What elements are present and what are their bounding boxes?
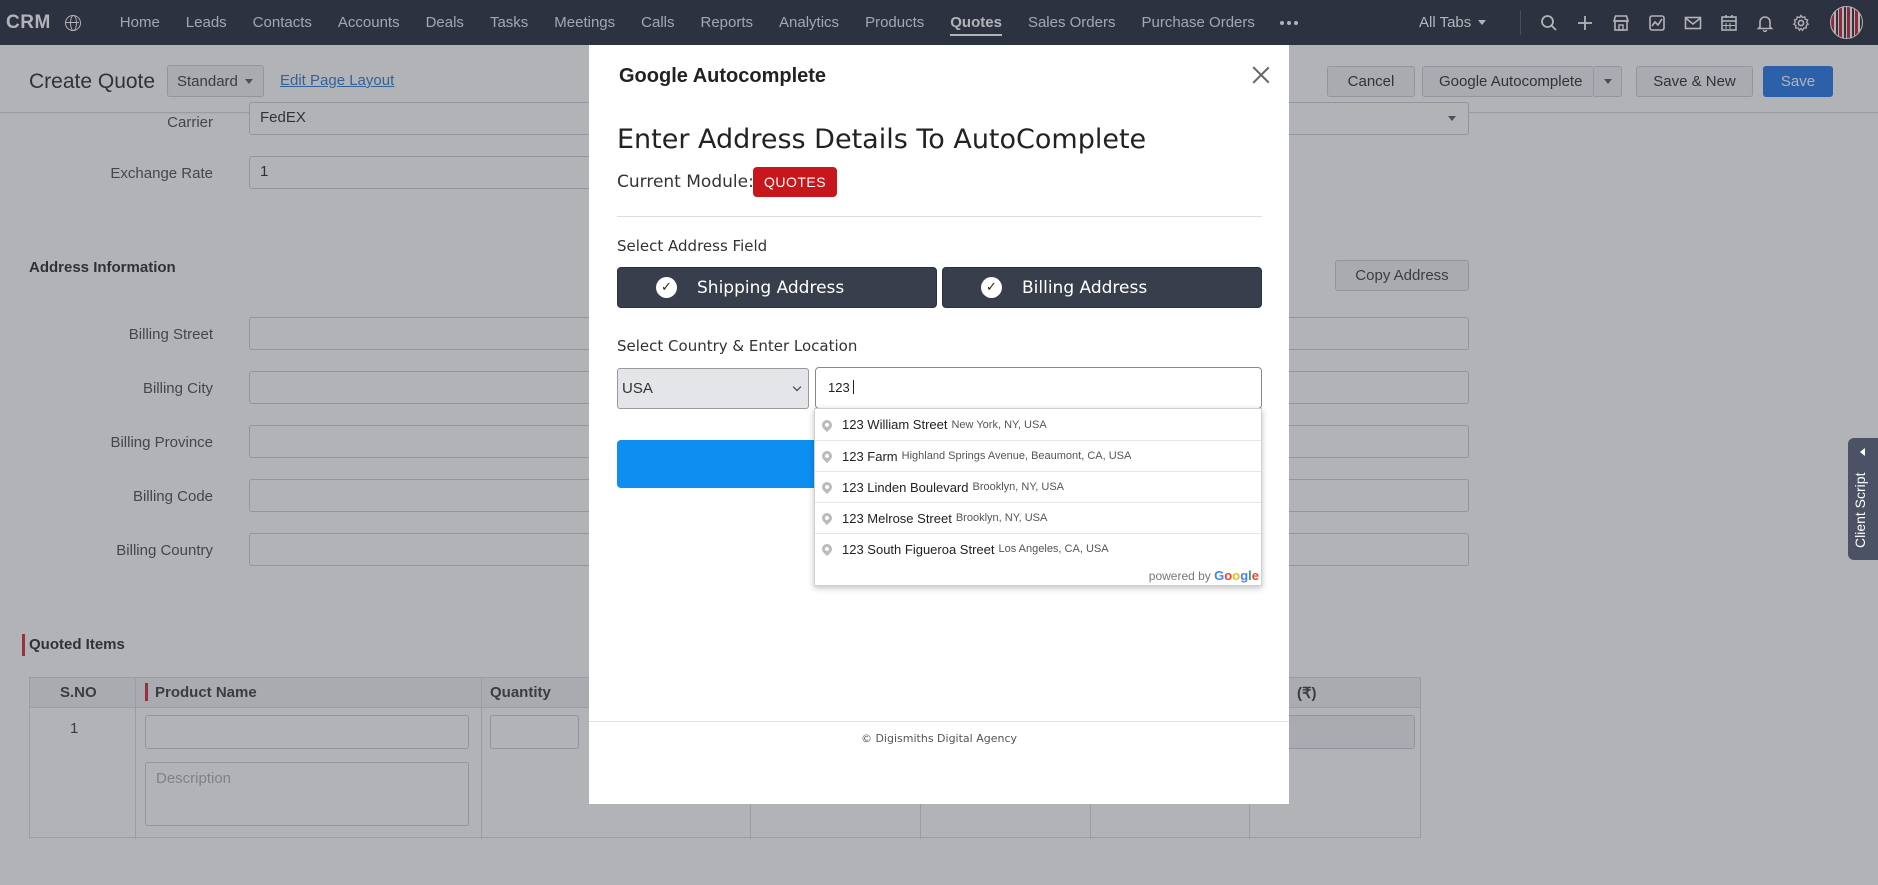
current-module-badge: QUOTES xyxy=(753,167,837,197)
modal-footer: © Digismiths Digital Agency xyxy=(860,732,1018,745)
map-pin-icon xyxy=(819,417,835,432)
suggestion-item[interactable]: 123 William Street New York, NY, USA xyxy=(815,409,1261,440)
suggestion-main-text: 123 Melrose Street xyxy=(842,510,952,526)
check-icon: ✓ xyxy=(656,277,677,298)
shipping-address-label: Shipping Address xyxy=(697,277,845,298)
suggestion-item[interactable]: 123 Farm Highland Springs Avenue, Beaumon… xyxy=(815,440,1261,471)
modal-title: Google Autocomplete xyxy=(619,65,827,87)
chevron-down-icon xyxy=(792,382,802,392)
powered-by-label: powered by xyxy=(1148,569,1211,583)
map-pin-icon xyxy=(819,541,835,557)
suggestion-main-text: 123 Linden Boulevard xyxy=(842,479,969,495)
check-icon: ✓ xyxy=(981,277,1002,298)
suggestion-secondary-text: Brooklyn, NY, USA xyxy=(955,512,1048,524)
suggestion-main-text: 123 William Street xyxy=(842,417,948,432)
suggestion-secondary-text: Highland Springs Avenue, Beaumont, CA, U… xyxy=(901,450,1132,462)
billing-address-button[interactable]: ✓ Billing Address xyxy=(942,267,1262,308)
select-country-label: Select Country & Enter Location xyxy=(617,337,858,355)
country-value: USA xyxy=(622,380,653,397)
suggestion-main-text: 123 South Figueroa Street xyxy=(842,541,995,557)
suggestion-secondary-text: New York, NY, USA xyxy=(951,418,1047,431)
client-script-tab[interactable]: Client Script xyxy=(1848,438,1878,560)
client-script-label: Client Script xyxy=(1852,472,1868,548)
location-value: 123 xyxy=(828,380,850,395)
autocomplete-dropdown: 123 William Street New York, NY, USA 123 F… xyxy=(814,408,1262,586)
powered-by-google: powered by Google xyxy=(1149,568,1259,583)
billing-address-label: Billing Address xyxy=(1022,277,1148,298)
divider xyxy=(617,216,1262,217)
map-pin-icon xyxy=(819,479,835,495)
suggestion-item[interactable]: 123 Linden Boulevard Brooklyn, NY, USA xyxy=(815,471,1261,502)
text-cursor xyxy=(852,380,854,394)
select-address-label: Select Address Field xyxy=(617,237,768,255)
country-select[interactable]: USA xyxy=(617,368,809,409)
map-pin-icon xyxy=(819,448,835,464)
footer-divider xyxy=(589,721,1289,722)
suggestion-secondary-text: Los Angeles, CA, USA xyxy=(998,543,1109,555)
current-module-label: Current Module: xyxy=(617,172,754,192)
close-icon[interactable] xyxy=(1249,63,1273,87)
google-logo: Google xyxy=(1214,568,1259,583)
suggestion-item[interactable]: 123 Melrose Street Brooklyn, NY, USA xyxy=(815,502,1261,533)
suggestion-list: 123 William Street New York, NY, USA 123 F… xyxy=(815,409,1261,564)
map-pin-icon xyxy=(819,510,835,526)
shipping-address-button[interactable]: ✓ Shipping Address xyxy=(617,267,937,308)
modal-heading: Enter Address Details To AutoComplete xyxy=(617,124,1147,155)
chevron-left-icon xyxy=(1860,448,1865,456)
suggestion-main-text: 123 Farm xyxy=(842,448,898,464)
suggestion-item[interactable]: 123 South Figueroa Street Los Angeles, CA… xyxy=(815,533,1261,564)
location-input[interactable]: 123 xyxy=(815,367,1262,409)
suggestion-secondary-text: Brooklyn, NY, USA xyxy=(972,481,1065,493)
